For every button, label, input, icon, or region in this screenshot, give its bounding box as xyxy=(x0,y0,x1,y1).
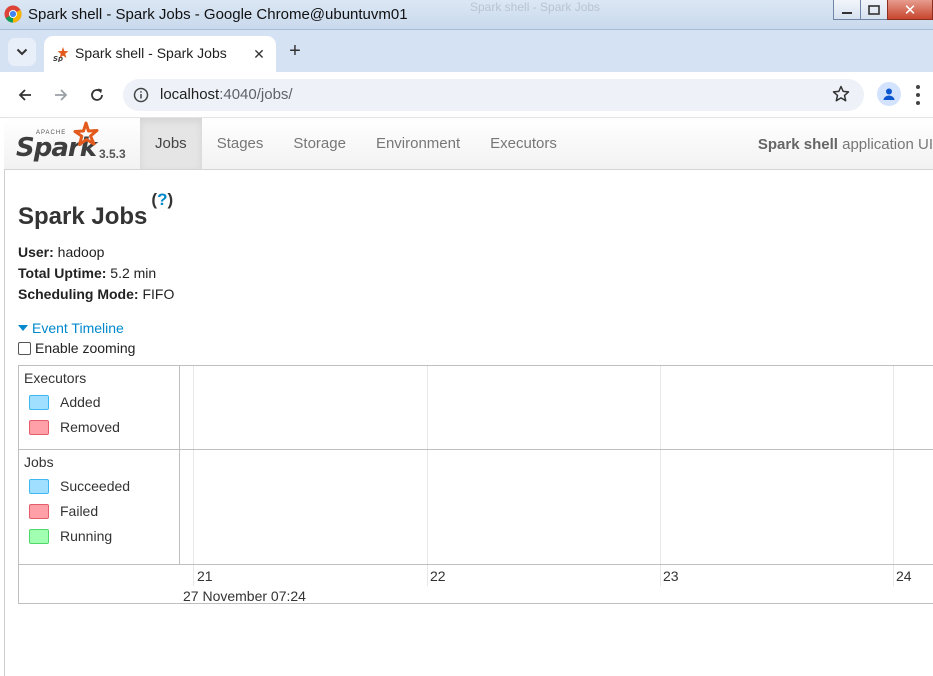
minimize-button[interactable] xyxy=(833,0,861,20)
browser-tab-spark-jobs[interactable]: Sp Spark shell - Spark Jobs ✕ xyxy=(44,36,276,72)
legend-swatch xyxy=(29,478,49,494)
arrow-left-icon xyxy=(18,89,31,101)
enable-zooming[interactable]: Enable zooming xyxy=(18,340,135,356)
summary-key: User: xyxy=(18,244,54,260)
timeline-tick: 21 xyxy=(197,568,213,584)
legend-swatch xyxy=(29,394,49,410)
legend-swatch xyxy=(29,419,49,435)
timeline-grid-line xyxy=(660,366,661,586)
timeline-major-label: 27 November 07:24 xyxy=(183,588,306,604)
back-button[interactable] xyxy=(11,81,39,109)
app-name: Spark shell xyxy=(757,136,838,153)
tab-jobs[interactable]: Jobs xyxy=(140,118,202,169)
tab-strip: Sp Spark shell - Spark Jobs ✕ + xyxy=(0,30,933,72)
reload-button[interactable] xyxy=(83,81,111,109)
address-bar[interactable]: localhost:4040/jobs/ xyxy=(123,79,864,111)
summary-value: FIFO xyxy=(138,286,175,302)
summary-uptime: Total Uptime: 5.2 min xyxy=(18,263,174,284)
close-icon: ✕ xyxy=(903,1,917,19)
legend-running: Running xyxy=(29,527,112,545)
arrow-right-icon xyxy=(55,89,68,101)
tab-title: Spark shell - Spark Jobs xyxy=(75,45,227,61)
site-info-icon[interactable] xyxy=(133,87,149,103)
legend-swatch xyxy=(29,503,49,519)
timeline-label-separator xyxy=(179,366,180,565)
profile-avatar[interactable] xyxy=(877,82,901,106)
maximize-icon xyxy=(868,4,880,15)
summary-scheduling-mode: Scheduling Mode: FIFO xyxy=(18,284,174,305)
legend-label: Succeeded xyxy=(60,478,131,494)
legend-removed: Removed xyxy=(29,418,120,436)
event-timeline-toggle[interactable]: Event Timeline xyxy=(18,320,124,336)
timeline-grid-line xyxy=(893,366,894,586)
help-question-icon[interactable]: ? xyxy=(157,190,167,209)
timeline-tick: 22 xyxy=(430,568,446,584)
background-window-hint: Spark shell - Spark Jobs xyxy=(470,0,601,14)
forward-button[interactable] xyxy=(47,81,75,109)
application-title: Spark shell application UI xyxy=(758,136,933,153)
chevron-down-icon xyxy=(16,48,28,56)
close-window-button[interactable]: ✕ xyxy=(887,0,933,20)
summary-value: hadoop xyxy=(53,244,105,260)
summary-value: 5.2 min xyxy=(106,265,157,281)
job-summary: User: hadoop Total Uptime: 5.2 min Sched… xyxy=(18,242,174,305)
event-timeline-label: Event Timeline xyxy=(32,320,124,336)
browser-menu-icon[interactable] xyxy=(912,85,924,105)
help-link[interactable]: (?) xyxy=(151,190,173,209)
tab-executors[interactable]: Executors xyxy=(475,118,572,169)
timeline-tick: 23 xyxy=(663,568,679,584)
url-text: localhost:4040/jobs/ xyxy=(160,86,293,103)
tab-search-button[interactable] xyxy=(8,38,36,66)
tab-stages[interactable]: Stages xyxy=(202,118,279,169)
legend-label: Added xyxy=(60,394,101,410)
svg-text:Sp: Sp xyxy=(53,55,63,62)
event-timeline[interactable]: Executors Added Removed Jobs Succeeded F… xyxy=(18,365,933,604)
timeline-grid-line xyxy=(193,366,194,586)
legend-label: Removed xyxy=(60,419,120,435)
legend-failed: Failed xyxy=(29,502,98,520)
url-path: :4040/jobs/ xyxy=(219,86,293,103)
legend-swatch xyxy=(29,528,49,544)
person-icon xyxy=(883,88,895,100)
tab-close-icon[interactable]: ✕ xyxy=(250,45,268,63)
timeline-tick: 24 xyxy=(896,568,912,584)
chrome-logo-icon xyxy=(4,5,22,23)
window-title-bar: Spark shell - Spark Jobs - Google Chrome… xyxy=(0,0,933,30)
new-tab-button[interactable]: + xyxy=(284,40,306,62)
spark-logo[interactable]: APACHE Spark 3.5.3 xyxy=(16,121,136,167)
spark-nav-tabs: Jobs Stages Storage Environment Executor… xyxy=(140,118,572,169)
spark-favicon-icon: Sp xyxy=(53,47,69,62)
caret-down-icon xyxy=(18,325,28,331)
timeline-group-divider xyxy=(19,449,933,450)
reload-icon xyxy=(91,88,103,101)
browser-toolbar: localhost:4040/jobs/ xyxy=(0,72,933,118)
url-host: localhost xyxy=(160,86,220,103)
tab-storage[interactable]: Storage xyxy=(278,118,361,169)
page-title-text: Spark Jobs xyxy=(18,203,148,230)
window-title: Spark shell - Spark Jobs - Google Chrome… xyxy=(28,6,408,23)
spark-star-icon xyxy=(73,121,99,146)
legend-label: Failed xyxy=(60,503,99,519)
timeline-grid-line xyxy=(427,366,428,586)
summary-key: Total Uptime: xyxy=(18,265,107,281)
bookmark-star-icon[interactable] xyxy=(832,85,850,103)
tab-environment[interactable]: Environment xyxy=(361,118,475,169)
legend-added: Added xyxy=(29,393,100,411)
summary-user: User: hadoop xyxy=(18,242,174,263)
zoom-label: Enable zooming xyxy=(35,340,136,356)
page-title: Spark Jobs(?) xyxy=(18,190,173,231)
zoom-checkbox[interactable] xyxy=(18,341,31,355)
summary-key: Scheduling Mode: xyxy=(18,286,139,302)
page-left-border xyxy=(4,170,5,676)
spark-version: 3.5.3 xyxy=(99,147,126,161)
minimize-icon xyxy=(842,11,852,14)
group-jobs: Jobs xyxy=(24,454,54,470)
app-suffix: application UI xyxy=(837,136,933,153)
group-executors: Executors xyxy=(24,370,87,386)
maximize-button[interactable] xyxy=(860,0,888,20)
timeline-axis-divider xyxy=(19,564,933,565)
spark-navbar: APACHE Spark 3.5.3 Jobs Stages Storage E… xyxy=(4,118,933,170)
legend-succeeded: Succeeded xyxy=(29,477,130,495)
legend-label: Running xyxy=(60,528,113,544)
